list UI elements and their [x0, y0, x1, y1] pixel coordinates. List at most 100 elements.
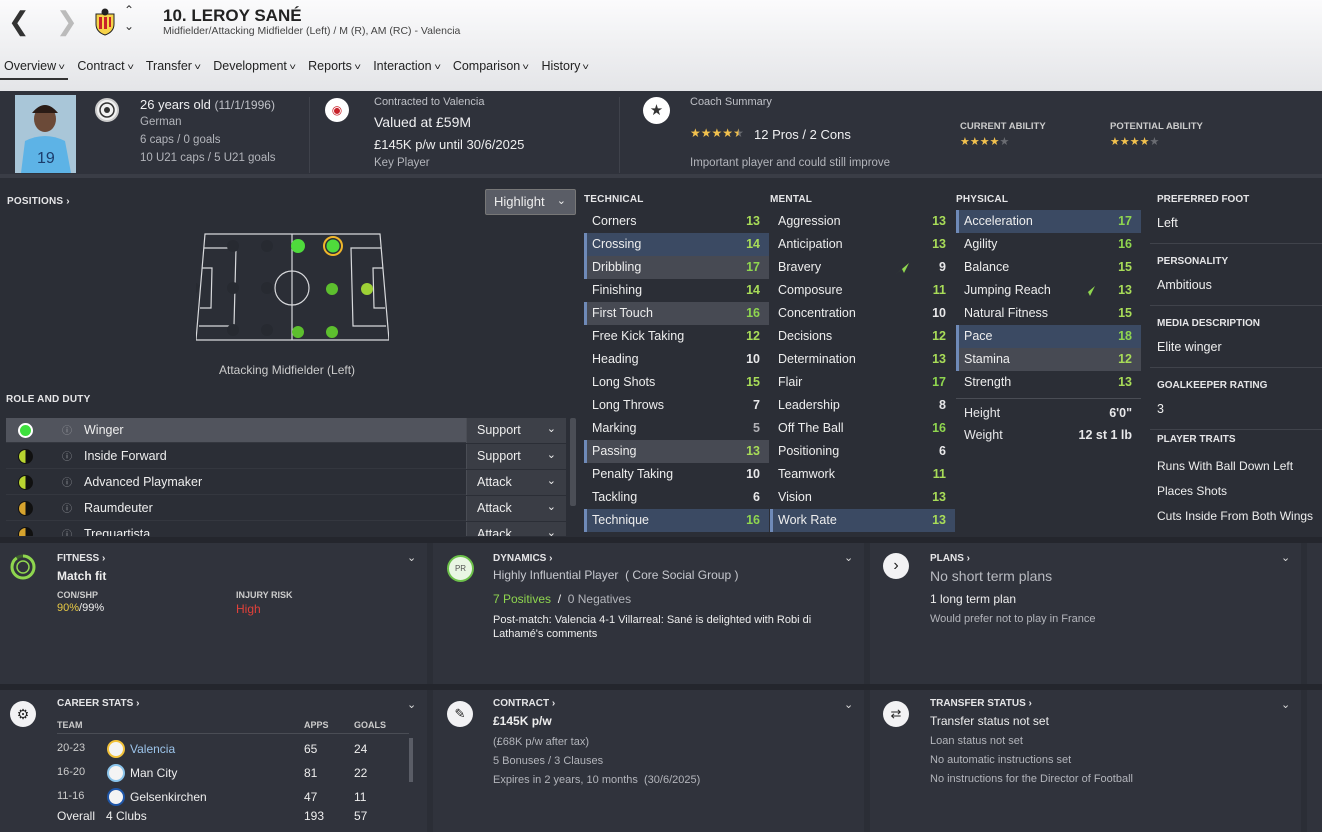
attribute-row[interactable]: Vision 13 — [770, 486, 955, 509]
forward-arrow-icon[interactable]: ❯ — [56, 6, 78, 36]
chevron-down-icon: ⌄ — [546, 527, 556, 536]
attribute-row[interactable]: Work Rate 13 — [770, 509, 955, 532]
info-icon[interactable]: ⓘ — [62, 474, 72, 489]
transfer-status-heading[interactable]: TRANSFER STATUS › — [930, 698, 1032, 709]
duty-dropdown[interactable]: Attack ⌄ — [466, 470, 566, 495]
attribute-row[interactable]: Composure 11 — [770, 279, 955, 302]
tab-contract[interactable]: Contract ˅ — [73, 57, 137, 80]
role-row[interactable]: ⓘ Advanced Playmaker Attack ⌄ — [6, 470, 566, 495]
attribute-row[interactable]: Flair 17 — [770, 371, 955, 394]
attribute-row[interactable]: Penalty Taking 10 — [584, 463, 769, 486]
mental-attributes: MENTAL Aggression 13 Anticipation 13 Bravery 9… — [770, 189, 955, 532]
chevron-down-icon[interactable]: ⌄ — [407, 551, 416, 564]
attribute-row[interactable]: Stamina 12 — [956, 348, 1141, 371]
roles-scrollbar[interactable] — [570, 418, 576, 506]
tab-development[interactable]: Development ˅ — [209, 57, 299, 80]
dynamics-heading[interactable]: DYNAMICS › — [493, 553, 552, 564]
plans-heading[interactable]: PLANS › — [930, 553, 970, 564]
chevron-down-icon[interactable]: ⌄ — [1281, 698, 1290, 711]
attribute-row[interactable]: Corners 13 — [584, 210, 769, 233]
attribute-row[interactable]: Strength 13 — [956, 371, 1141, 394]
attribute-row[interactable]: Long Throws 7 — [584, 394, 769, 417]
role-row[interactable]: ⓘ Trequartista Attack ⌄ — [6, 522, 566, 536]
attribute-row[interactable]: Teamwork 11 — [770, 463, 955, 486]
attribute-row[interactable]: Positioning 6 — [770, 440, 955, 463]
mental-heading: MENTAL — [770, 194, 813, 205]
position-dot-st — [361, 283, 373, 295]
info-icon[interactable]: ⓘ — [62, 448, 72, 463]
role-row[interactable]: ⓘ Winger Support ⌄ — [6, 418, 566, 443]
career-team[interactable]: Man City — [130, 766, 177, 780]
duty-dropdown[interactable]: Attack ⌄ — [466, 496, 566, 521]
chevron-down-icon[interactable]: ⌄ — [407, 698, 416, 711]
attribute-row[interactable]: Leadership 8 — [770, 394, 955, 417]
star-icon: ★ — [700, 126, 712, 140]
chevron-down-icon[interactable]: ⌄ — [844, 698, 853, 711]
attribute-row[interactable]: Decisions 12 — [770, 325, 955, 348]
attribute-row[interactable]: Bravery 9 — [770, 256, 955, 279]
next-player-icon[interactable]: ⌄ — [124, 19, 134, 33]
attribute-row[interactable]: Aggression 13 — [770, 210, 955, 233]
info-icon[interactable]: ⓘ — [62, 422, 72, 437]
divider — [57, 733, 409, 734]
attribute-row[interactable]: Agility 16 — [956, 233, 1141, 256]
tab-interaction[interactable]: Interaction ˅ — [369, 57, 444, 80]
attribute-name: Balance — [964, 260, 1010, 274]
attribute-row[interactable]: Off The Ball 16 — [770, 417, 955, 440]
attribute-value: 18 — [1118, 329, 1132, 343]
tab-reports[interactable]: Reports ˅ — [304, 57, 364, 80]
chevron-down-icon[interactable]: ⌄ — [1281, 551, 1290, 564]
tab-label: Reports — [308, 59, 352, 73]
attribute-row[interactable]: Natural Fitness 15 — [956, 302, 1141, 325]
attribute-row[interactable]: Pace 18 — [956, 325, 1141, 348]
attribute-row[interactable]: First Touch 16 — [584, 302, 769, 325]
previous-player-icon[interactable]: ⌃ — [124, 3, 134, 17]
tab-transfer[interactable]: Transfer ˅ — [142, 57, 204, 80]
role-row[interactable]: ⓘ Raumdeuter Attack ⌄ — [6, 496, 566, 521]
career-stats-heading[interactable]: CAREER STATS › — [57, 698, 139, 709]
dynamics-note: Post-match: Valencia 4-1 Villarreal: San… — [493, 614, 812, 640]
attribute-row[interactable]: Passing 13 — [584, 440, 769, 463]
tab-history[interactable]: History ˅ — [537, 57, 592, 80]
role-row[interactable]: ⓘ Inside Forward Support ⌄ — [6, 444, 566, 469]
chevron-down-icon: ⌄ — [546, 501, 556, 513]
dof-instructions: No instructions for the Director of Foot… — [930, 773, 1133, 785]
career-team[interactable]: Valencia — [130, 742, 175, 756]
tab-overview[interactable]: Overview ˅ — [0, 57, 69, 80]
fitness-heading[interactable]: FITNESS › — [57, 553, 105, 564]
duty-dropdown[interactable]: Support ⌄ — [466, 418, 566, 443]
attribute-row[interactable]: Finishing 14 — [584, 279, 769, 302]
chevron-down-icon[interactable]: ⌄ — [844, 551, 853, 564]
attribute-row[interactable]: Heading 10 — [584, 348, 769, 371]
career-scrollbar[interactable] — [409, 738, 413, 782]
positions-heading[interactable]: POSITIONS › — [7, 196, 70, 207]
attribute-row[interactable]: Concentration 10 — [770, 302, 955, 325]
duty-dropdown[interactable]: Attack ⌄ — [466, 522, 566, 536]
contract-heading[interactable]: CONTRACT › — [493, 698, 555, 709]
highlight-dropdown[interactable]: Highlight ⌄ — [485, 189, 576, 215]
attribute-row[interactable]: Anticipation 13 — [770, 233, 955, 256]
duty-dropdown[interactable]: Support ⌄ — [466, 444, 566, 469]
attribute-row[interactable]: Dribbling 17 — [584, 256, 769, 279]
player-value: Valued at £59M — [374, 114, 472, 130]
attribute-row[interactable]: Balance 15 — [956, 256, 1141, 279]
attribute-row[interactable]: Crossing 14 — [584, 233, 769, 256]
attribute-row[interactable]: Marking 5 — [584, 417, 769, 440]
duty-label: Support — [477, 449, 521, 463]
info-icon[interactable]: ⓘ — [62, 526, 72, 536]
attribute-row[interactable]: Determination 13 — [770, 348, 955, 371]
tab-comparison[interactable]: Comparison ˅ — [449, 57, 533, 80]
attribute-row[interactable]: Acceleration 17 — [956, 210, 1141, 233]
player-nationality: German — [140, 116, 182, 128]
attribute-row[interactable]: Jumping Reach 13 — [956, 279, 1141, 302]
info-icon[interactable]: ⓘ — [62, 500, 72, 515]
career-team[interactable]: Gelsenkirchen — [130, 790, 207, 804]
attribute-row[interactable]: Technique 16 — [584, 509, 769, 532]
loan-status: Loan status not set — [930, 735, 1023, 747]
contract-bonuses: 5 Bonuses / 3 Clauses — [493, 755, 604, 767]
attribute-row[interactable]: Free Kick Taking 12 — [584, 325, 769, 348]
back-arrow-icon[interactable]: ❮ — [8, 6, 30, 36]
attribute-row[interactable]: Long Shots 15 — [584, 371, 769, 394]
attribute-row[interactable]: Tackling 6 — [584, 486, 769, 509]
technical-heading: TECHNICAL — [584, 194, 644, 205]
